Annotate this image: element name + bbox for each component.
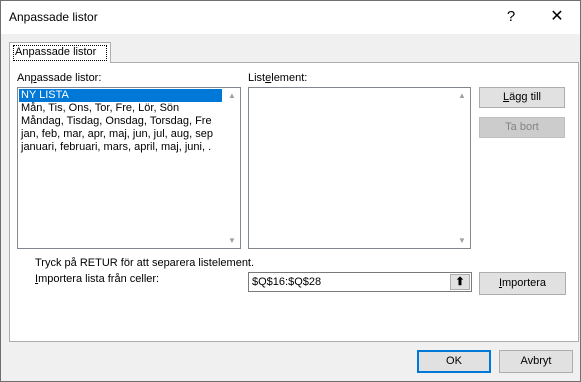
- list-entries-textarea[interactable]: ▲ ▼: [248, 87, 471, 249]
- scroll-down-icon[interactable]: ▼: [228, 236, 236, 245]
- dialog-title: Anpassade listor: [9, 10, 98, 24]
- scroll-up-icon[interactable]: ▲: [228, 91, 236, 100]
- title-bar: Anpassade listor ? ✕: [1, 1, 580, 34]
- list-entries-scrollbar[interactable]: ▲ ▼: [454, 88, 470, 248]
- scroll-down-icon[interactable]: ▼: [458, 236, 466, 245]
- delete-button[interactable]: Ta bort: [479, 117, 565, 138]
- collapse-dialog-icon[interactable]: ⬆: [450, 274, 470, 290]
- list-item[interactable]: Måndag, Tisdag, Onsdag, Torsdag, Fre: [19, 115, 222, 128]
- list-item[interactable]: jan, feb, mar, apr, maj, jun, jul, aug, …: [19, 128, 222, 141]
- scroll-up-icon[interactable]: ▲: [458, 91, 466, 100]
- tab-label: Anpassade listor: [15, 46, 97, 58]
- list-item[interactable]: Mån, Tis, Ons, Tor, Fre, Lör, Sön: [19, 102, 222, 115]
- import-button[interactable]: Importera: [479, 272, 566, 295]
- import-range-field[interactable]: ⬆: [248, 272, 472, 292]
- custom-lists-listbox[interactable]: NY LISTA Mån, Tis, Ons, Tor, Fre, Lör, Sö…: [17, 87, 241, 249]
- list-item[interactable]: januari, februari, mars, april, maj, jun…: [19, 141, 222, 154]
- list-item[interactable]: NY LISTA: [19, 89, 222, 102]
- ok-button[interactable]: OK: [417, 350, 491, 373]
- custom-lists-dialog: Anpassade listor ? ✕ Anpassade listor An…: [0, 0, 581, 382]
- import-range-input[interactable]: [252, 274, 442, 290]
- custom-lists-label: Anpassade listor:: [17, 72, 102, 84]
- custom-lists-items: NY LISTA Mån, Tis, Ons, Tor, Fre, Lör, Sö…: [19, 89, 222, 154]
- close-button[interactable]: ✕: [543, 5, 571, 29]
- list-entries-label: Listelement:: [248, 72, 308, 84]
- custom-lists-scrollbar[interactable]: ▲ ▼: [224, 88, 240, 248]
- add-button[interactable]: Lägg till: [479, 87, 565, 108]
- cancel-button[interactable]: Avbryt: [499, 350, 573, 373]
- import-from-label: Importera lista från celler:: [35, 273, 160, 285]
- tab-custom-lists[interactable]: Anpassade listor: [9, 42, 111, 63]
- help-button[interactable]: ?: [497, 5, 525, 29]
- hint-text: Tryck på RETUR för att separera listelem…: [35, 257, 255, 269]
